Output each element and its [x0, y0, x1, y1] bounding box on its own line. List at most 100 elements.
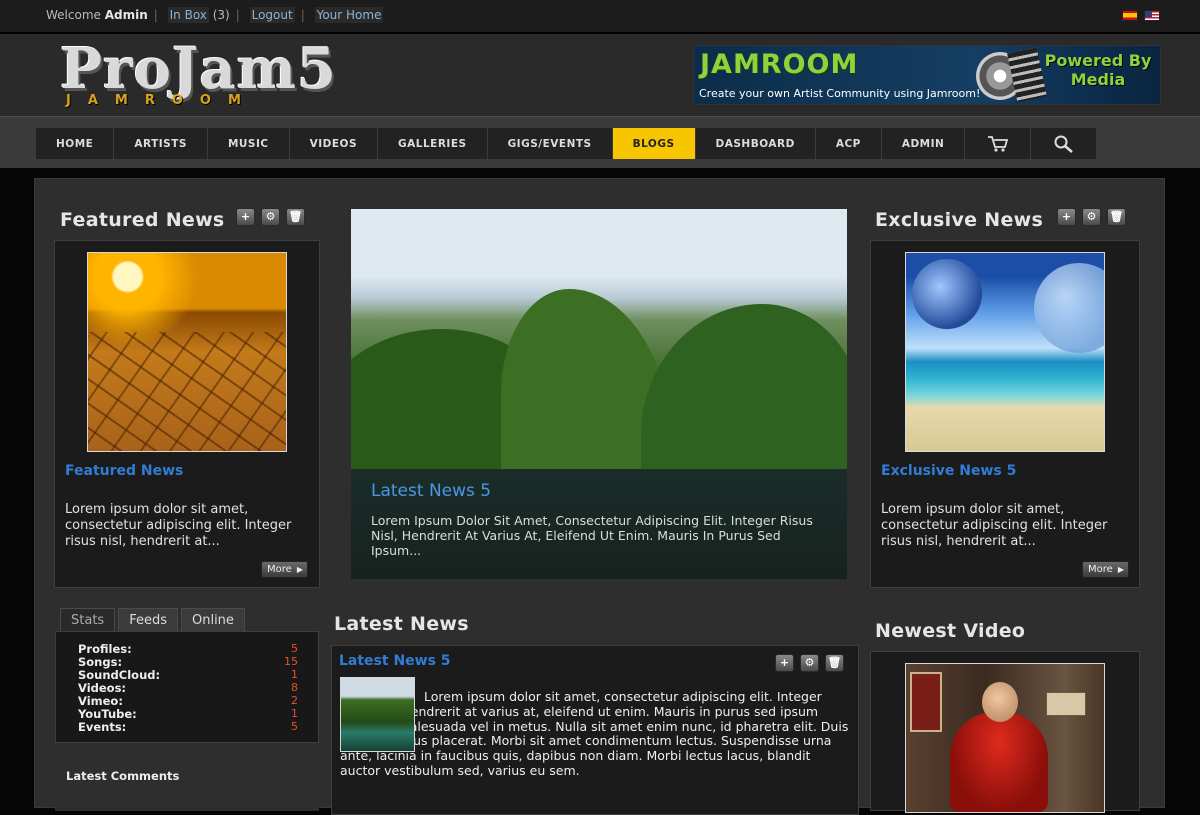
- add-button[interactable]: +: [1057, 208, 1076, 226]
- stat-value: 1: [291, 707, 298, 720]
- banner-powered-by: Powered By Media: [1044, 51, 1152, 89]
- newest-video-heading: Newest Video: [875, 620, 1026, 642]
- nav-home[interactable]: HOME: [36, 128, 115, 159]
- hero-figure: [950, 712, 1048, 812]
- slider-text: Lorem Ipsum Dolor Sit Amet, Consectetur …: [371, 513, 813, 558]
- nav-galleries[interactable]: GALLERIES: [378, 128, 488, 159]
- exclusive-news-box: Exclusive News 5 Lorem ipsum dolor sit a…: [870, 240, 1140, 588]
- latest-news-text: Lorem ipsum dolor sit amet, consectetur …: [340, 689, 849, 778]
- exclusive-news-image[interactable]: [905, 252, 1105, 452]
- stat-label: Videos:: [78, 681, 127, 695]
- stat-label: YouTube:: [78, 707, 137, 721]
- header: ProJam5 JAMROOM JAMROOM Create your own …: [0, 34, 1200, 116]
- featured-controls: + ⚙ 🗑: [236, 208, 305, 226]
- stats-panel: Profiles: 5 Songs: 15 SoundCloud: 1 Videos:…: [55, 631, 319, 743]
- exclusive-controls: + ⚙ 🗑: [1057, 208, 1126, 226]
- search-icon: [1054, 135, 1073, 153]
- settings-button[interactable]: ⚙: [1082, 208, 1101, 226]
- stat-label: Songs:: [78, 655, 123, 669]
- add-button[interactable]: +: [775, 654, 794, 672]
- slider-title[interactable]: Latest News 5: [371, 481, 491, 501]
- tab-feeds[interactable]: Feeds: [118, 608, 178, 631]
- latest-news-heading: Latest News: [334, 613, 469, 635]
- delete-button[interactable]: 🗑: [825, 654, 844, 672]
- banner-tagline: Create your own Artist Community using J…: [699, 87, 981, 100]
- welcome-label: Welcome: [46, 8, 101, 22]
- inbox-count: (3): [212, 8, 230, 22]
- user-links: Welcome Admin | In Box (3) | Logout | Your …: [46, 7, 384, 23]
- settings-button[interactable]: ⚙: [261, 208, 280, 226]
- nav-dashboard[interactable]: DASHBOARD: [695, 128, 816, 159]
- stat-row: Songs: 15: [78, 655, 298, 669]
- exclusive-news-heading: Exclusive News: [875, 209, 1044, 231]
- stat-row: Videos: 8: [78, 681, 298, 695]
- tab-stats[interactable]: Stats: [60, 608, 116, 631]
- search-button[interactable]: [1031, 128, 1098, 159]
- stat-value: 15: [284, 655, 298, 668]
- cart-button[interactable]: [965, 128, 1032, 159]
- nav-music[interactable]: MUSIC: [207, 128, 290, 159]
- news-slider[interactable]: Latest News 5 Lorem Ipsum Dolor Sit Amet…: [351, 209, 847, 579]
- exclusive-news-text: Lorem ipsum dolor sit amet, consectetur …: [881, 502, 1108, 549]
- inbox-link[interactable]: In Box: [167, 7, 209, 23]
- featured-more-button[interactable]: More: [261, 561, 308, 578]
- exclusive-more-button[interactable]: More: [1082, 561, 1129, 578]
- top-bar: Welcome Admin | In Box (3) | Logout | Your …: [0, 0, 1200, 33]
- user-name: Admin: [104, 8, 148, 22]
- stats-tabs: Stats Feeds Online: [60, 608, 245, 631]
- stat-row: SoundCloud: 1: [78, 668, 298, 682]
- featured-news-title[interactable]: Featured News: [65, 463, 183, 479]
- featured-news-box: Featured News Lorem ipsum dolor sit amet…: [54, 240, 320, 588]
- nav-artists[interactable]: ARTISTS: [114, 128, 208, 159]
- stat-row: Vimeo: 2: [78, 694, 298, 708]
- latest-comments-heading: Latest Comments: [66, 769, 180, 783]
- settings-button[interactable]: ⚙: [800, 654, 819, 672]
- stat-label: Vimeo:: [78, 694, 123, 708]
- latest-news-box: Latest News 5 + ⚙ 🗑 Lorem ipsum dolor si…: [331, 645, 859, 815]
- nav-admin[interactable]: ADMIN: [881, 128, 966, 159]
- stat-value: 5: [291, 720, 298, 733]
- newest-video-thumbnail[interactable]: [905, 663, 1105, 813]
- stat-value: 8: [291, 681, 298, 694]
- delete-button[interactable]: 🗑: [286, 208, 305, 226]
- hero-head: [982, 682, 1018, 722]
- stat-label: Profiles:: [78, 642, 132, 656]
- main-nav-bar: HOME ARTISTS MUSIC VIDEOS GALLERIES GIGS…: [0, 116, 1200, 168]
- your-home-link[interactable]: Your Home: [314, 7, 384, 23]
- logout-link[interactable]: Logout: [249, 7, 295, 23]
- nav-gigs-events[interactable]: GIGS/EVENTS: [487, 128, 613, 159]
- add-button[interactable]: +: [236, 208, 255, 226]
- stat-row: YouTube: 1: [78, 707, 298, 721]
- featured-news-text: Lorem ipsum dolor sit amet, consectetur …: [65, 502, 292, 549]
- site-logo[interactable]: ProJam5 JAMROOM: [60, 36, 390, 114]
- stat-label: SoundCloud:: [78, 668, 161, 682]
- tab-online[interactable]: Online: [180, 608, 245, 631]
- logo-subtext: JAMROOM: [66, 93, 258, 108]
- main-nav: HOME ARTISTS MUSIC VIDEOS GALLERIES GIGS…: [36, 128, 1098, 159]
- sign-shape: [1046, 692, 1086, 716]
- stat-label: Events:: [78, 720, 127, 734]
- us-flag-icon[interactable]: [1144, 10, 1160, 21]
- latest-news-title[interactable]: Latest News 5: [339, 653, 451, 669]
- stat-row: Events: 5: [78, 720, 298, 734]
- spanish-flag-icon[interactable]: [1122, 10, 1138, 21]
- stat-value: 1: [291, 668, 298, 681]
- latest-news-thumbnail[interactable]: [340, 677, 415, 752]
- latest-news-controls: + ⚙ 🗑: [775, 654, 844, 672]
- newest-video-box: [870, 651, 1140, 813]
- featured-news-heading: Featured News: [60, 209, 225, 231]
- cart-icon: [987, 135, 1009, 152]
- nav-acp[interactable]: ACP: [815, 128, 882, 159]
- delete-button[interactable]: 🗑: [1107, 208, 1126, 226]
- stat-value: 5: [291, 642, 298, 655]
- stat-row: Profiles: 5: [78, 642, 298, 656]
- nav-videos[interactable]: VIDEOS: [289, 128, 379, 159]
- poster-shape: [910, 672, 942, 732]
- banner-brand: JAMROOM: [700, 49, 859, 80]
- featured-news-image[interactable]: [87, 252, 287, 452]
- jamroom-banner[interactable]: JAMROOM Create your own Artist Community…: [693, 45, 1161, 105]
- nav-blogs[interactable]: BLOGS: [612, 128, 696, 159]
- stat-value: 2: [291, 694, 298, 707]
- main-content: Featured News + ⚙ 🗑 Featured News Lorem …: [34, 178, 1165, 815]
- exclusive-news-title[interactable]: Exclusive News 5: [881, 463, 1016, 479]
